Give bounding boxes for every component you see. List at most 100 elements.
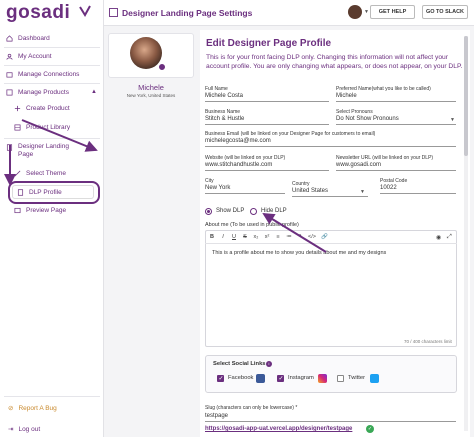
logout-label: Log out [18,425,41,433]
social-links-title: Select Social Links [213,361,266,367]
logout-icon: ⇥ [8,426,14,433]
newsletter-field[interactable]: www.gosadi.com [336,162,381,168]
form-title: Edit Designer Page Profile [206,38,332,49]
sidebar-item-label: Create Product [26,105,70,112]
business-name-field[interactable]: Stitch & Hustle [205,116,244,122]
instagram-checkbox[interactable] [277,375,284,382]
about-me-label: About me (To be used in public profile) [205,222,299,228]
city-label: City [205,178,214,184]
bug-icon: ⊘ [8,405,14,412]
bullet-list-button[interactable]: ≔ [286,234,292,240]
full-name-field[interactable]: Michele Costa [205,93,243,99]
preview-eye-icon[interactable]: ◉ [436,234,441,241]
underline [380,193,456,194]
sidebar-item-dashboard[interactable]: Dashboard [0,30,104,46]
instagram-label: Instagram [288,375,314,381]
country-select[interactable]: United States [292,188,328,194]
avatar[interactable] [348,5,362,19]
underline [336,124,456,125]
logo-mark-icon [79,5,91,17]
fullscreen-icon[interactable]: ⤢ [447,234,452,241]
subscript-button[interactable]: x₂ [253,234,259,240]
business-email-field[interactable]: michelegcosta@me.com [205,138,271,144]
pronouns-select[interactable]: Do Not Show Pronouns [336,116,399,122]
dlp-url-link[interactable]: https://gosadi-app-uat.vercel.app/design… [205,426,352,432]
show-dlp-radio[interactable] [205,208,212,215]
check-icon: ✓ [366,425,374,433]
report-bug-label: Report A Bug [18,404,57,412]
chevron-down-icon[interactable]: ▼ [450,117,455,123]
sidebar-item-manage-products[interactable]: Manage Products ▲ [0,84,104,100]
strike-button[interactable]: S [242,234,248,240]
page-icon [6,144,13,151]
sidebar-item-my-account[interactable]: My Account [0,48,104,64]
sidebar-item-dlp-profile[interactable]: DLP Profile [12,185,94,199]
home-icon [6,34,13,41]
underline [336,101,456,102]
code-button[interactable]: </> [308,234,316,240]
facebook-icon [256,374,265,383]
city-field[interactable]: New York [205,185,230,191]
underline [205,193,285,194]
sidebar-item-select-theme[interactable]: Select Theme [14,170,66,177]
show-dlp-label: Show DLP [216,208,245,214]
gosadi-logo[interactable]: gosadi [6,2,70,24]
divider [4,396,100,397]
sidebar-item-product-library[interactable]: Product Library [14,124,70,131]
chevron-down-icon[interactable]: ▼ [364,9,369,15]
ordered-list-button[interactable]: ≡ [275,234,281,240]
editor-toolbar: B I U S x₂ x² ≡ ≔ ❝ </> 🔗 [205,230,457,244]
italic-button[interactable]: I [220,234,226,240]
postal-code-field[interactable]: 10022 [380,185,397,191]
profile-name: Michele [138,83,164,92]
underline-button[interactable]: U [231,234,237,240]
sidebar-item-label: Dashboard [18,34,50,42]
divider [4,138,100,139]
hide-dlp-radio[interactable] [250,208,257,215]
instagram-icon [318,374,327,383]
underline [336,170,456,171]
underline [292,196,368,197]
scrollbar-thumb[interactable] [464,36,468,156]
info-icon[interactable]: i [266,361,272,367]
sidebar-item-preview-page[interactable]: Preview Page [14,207,66,214]
chevron-up-icon: ▲ [91,146,97,152]
twitter-checkbox[interactable] [337,375,344,382]
underline [205,421,456,422]
twitter-icon [370,374,379,383]
link-icon [6,71,13,77]
edit-photo-icon[interactable] [158,63,166,71]
facebook-checkbox[interactable] [217,375,224,382]
sidebar-item-designer-landing-page[interactable]: Designer Landing Page ▲ [0,140,104,162]
sidebar-item-label: Product Library [26,124,71,131]
chevron-down-icon[interactable]: ▼ [360,189,365,195]
plus-icon [14,105,21,112]
form-description: This is for your front facing DLP only. … [206,54,463,70]
profile-photo[interactable] [130,37,162,69]
website-field[interactable]: www.stitchandhustle.com [205,162,272,168]
website-label: Website (will be linked on your DLP) [205,155,286,161]
report-bug-link[interactable]: ⊘ Report A Bug [8,404,57,413]
quote-button[interactable]: ❝ [297,234,303,240]
get-help-button[interactable]: GET HELP [370,5,415,19]
underline [205,170,329,171]
slug-label: Slug (characters can only be lowercase) … [205,405,298,411]
go-to-slack-button[interactable]: GO TO SLACK [422,5,468,19]
chevron-up-icon: ▲ [91,89,97,95]
postal-code-label: Postal Code [380,178,408,184]
sidebar-item-label: Preview Page [26,207,67,214]
business-name-label: Business Name [205,109,241,115]
slug-field[interactable]: testpage [205,413,228,419]
sidebar-item-label: Manage Products [18,88,69,96]
palette-icon [14,170,21,177]
bold-button[interactable]: B [209,234,215,240]
logout-link[interactable]: ⇥ Log out [8,425,41,434]
sidebar-item-manage-connections[interactable]: Manage Connections [0,66,104,82]
link-button[interactable]: 🔗 [321,234,328,240]
sidebar-item-create-product[interactable]: Create Product [14,105,70,112]
country-label: Country [292,181,310,187]
superscript-button[interactable]: x² [264,234,270,240]
preferred-name-field[interactable]: Michele [336,93,357,99]
sidebar-item-label: DLP Profile [29,188,62,196]
about-me-editor[interactable] [205,230,457,347]
